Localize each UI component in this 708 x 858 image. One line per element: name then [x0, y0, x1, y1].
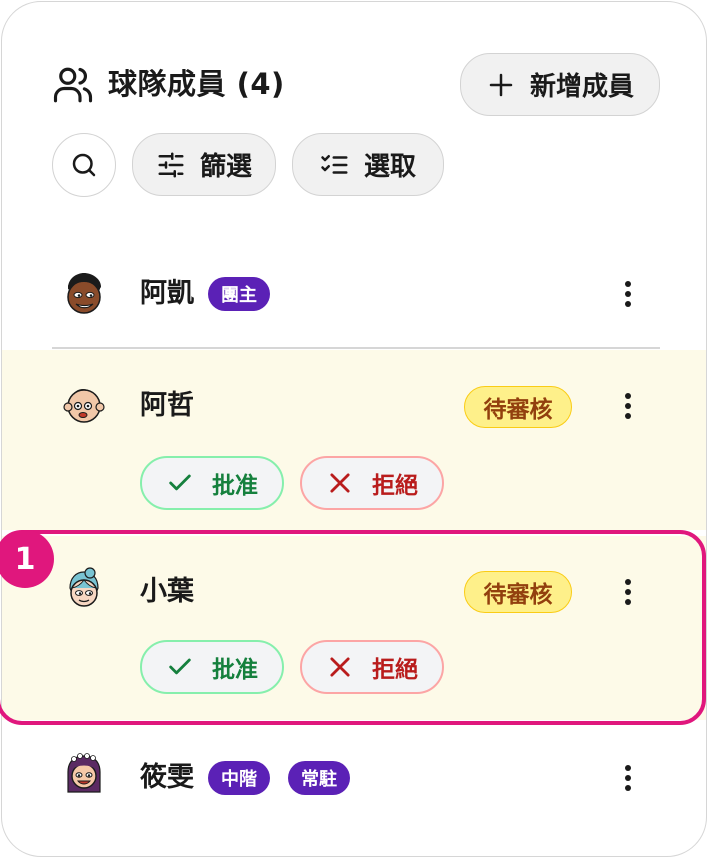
reject-label: 拒絕 — [372, 657, 418, 683]
select-label: 選取 — [363, 152, 416, 182]
more-vertical-icon — [625, 281, 631, 287]
close-icon — [330, 657, 350, 677]
list-item[interactable]: 小葉 待審核 — [2, 566, 706, 622]
role-badge: 團主 — [208, 277, 270, 311]
approve-label: 批准 — [212, 473, 258, 499]
check-icon — [169, 658, 191, 675]
more-button[interactable] — [614, 276, 642, 312]
approve-button[interactable]: 批准 — [140, 456, 284, 510]
filter-label: 篩選 — [199, 152, 252, 182]
member-name: 筱雯 — [140, 762, 194, 793]
plus-icon — [489, 73, 513, 96]
users-icon — [53, 67, 93, 103]
avatar — [67, 273, 101, 314]
search-button[interactable] — [52, 133, 116, 197]
status-badge: 待審核 — [464, 571, 572, 613]
more-vertical-icon — [625, 765, 631, 771]
list-item[interactable]: 阿哲 待審核 — [2, 380, 706, 436]
select-button[interactable]: 選取 — [292, 133, 444, 196]
avatar — [69, 567, 99, 607]
more-button[interactable] — [614, 760, 642, 796]
member-name: 阿凱 — [140, 278, 194, 309]
list-item[interactable]: 阿凱 團主 — [2, 266, 706, 322]
add-member-button[interactable]: 新增成員 — [460, 53, 660, 116]
more-button[interactable] — [614, 574, 642, 610]
approve-label: 批准 — [212, 657, 258, 683]
list-item[interactable]: 筱雯 中階 常駐 — [2, 750, 706, 806]
page-title: 球隊成員 (4) — [108, 67, 285, 101]
avatar — [67, 753, 101, 793]
sliders-icon — [158, 152, 184, 177]
more-vertical-icon — [625, 393, 631, 399]
check-icon — [169, 474, 191, 491]
status-badge: 待審核 — [464, 386, 572, 428]
role-badge: 常駐 — [288, 761, 350, 795]
more-vertical-icon — [625, 579, 631, 585]
divider — [52, 347, 660, 349]
reject-button[interactable]: 拒絕 — [300, 456, 444, 510]
reject-button[interactable]: 拒絕 — [300, 640, 444, 694]
avatar — [63, 389, 105, 423]
more-button[interactable] — [614, 388, 642, 424]
filter-button[interactable]: 篩選 — [132, 133, 276, 196]
add-member-label: 新增成員 — [529, 72, 634, 102]
role-badge: 中階 — [208, 761, 270, 795]
member-name: 小葉 — [140, 576, 194, 607]
approve-button[interactable]: 批准 — [140, 640, 284, 694]
reject-label: 拒絕 — [372, 473, 418, 499]
search-icon — [72, 153, 96, 177]
checklist-icon — [321, 154, 348, 174]
close-icon — [330, 473, 350, 493]
members-card: 球隊成員 (4) 新增成員 篩選 選取 阿凱 團主 阿哲 待審核 批准 拒絕 小… — [1, 1, 707, 857]
member-name: 阿哲 — [140, 390, 194, 421]
